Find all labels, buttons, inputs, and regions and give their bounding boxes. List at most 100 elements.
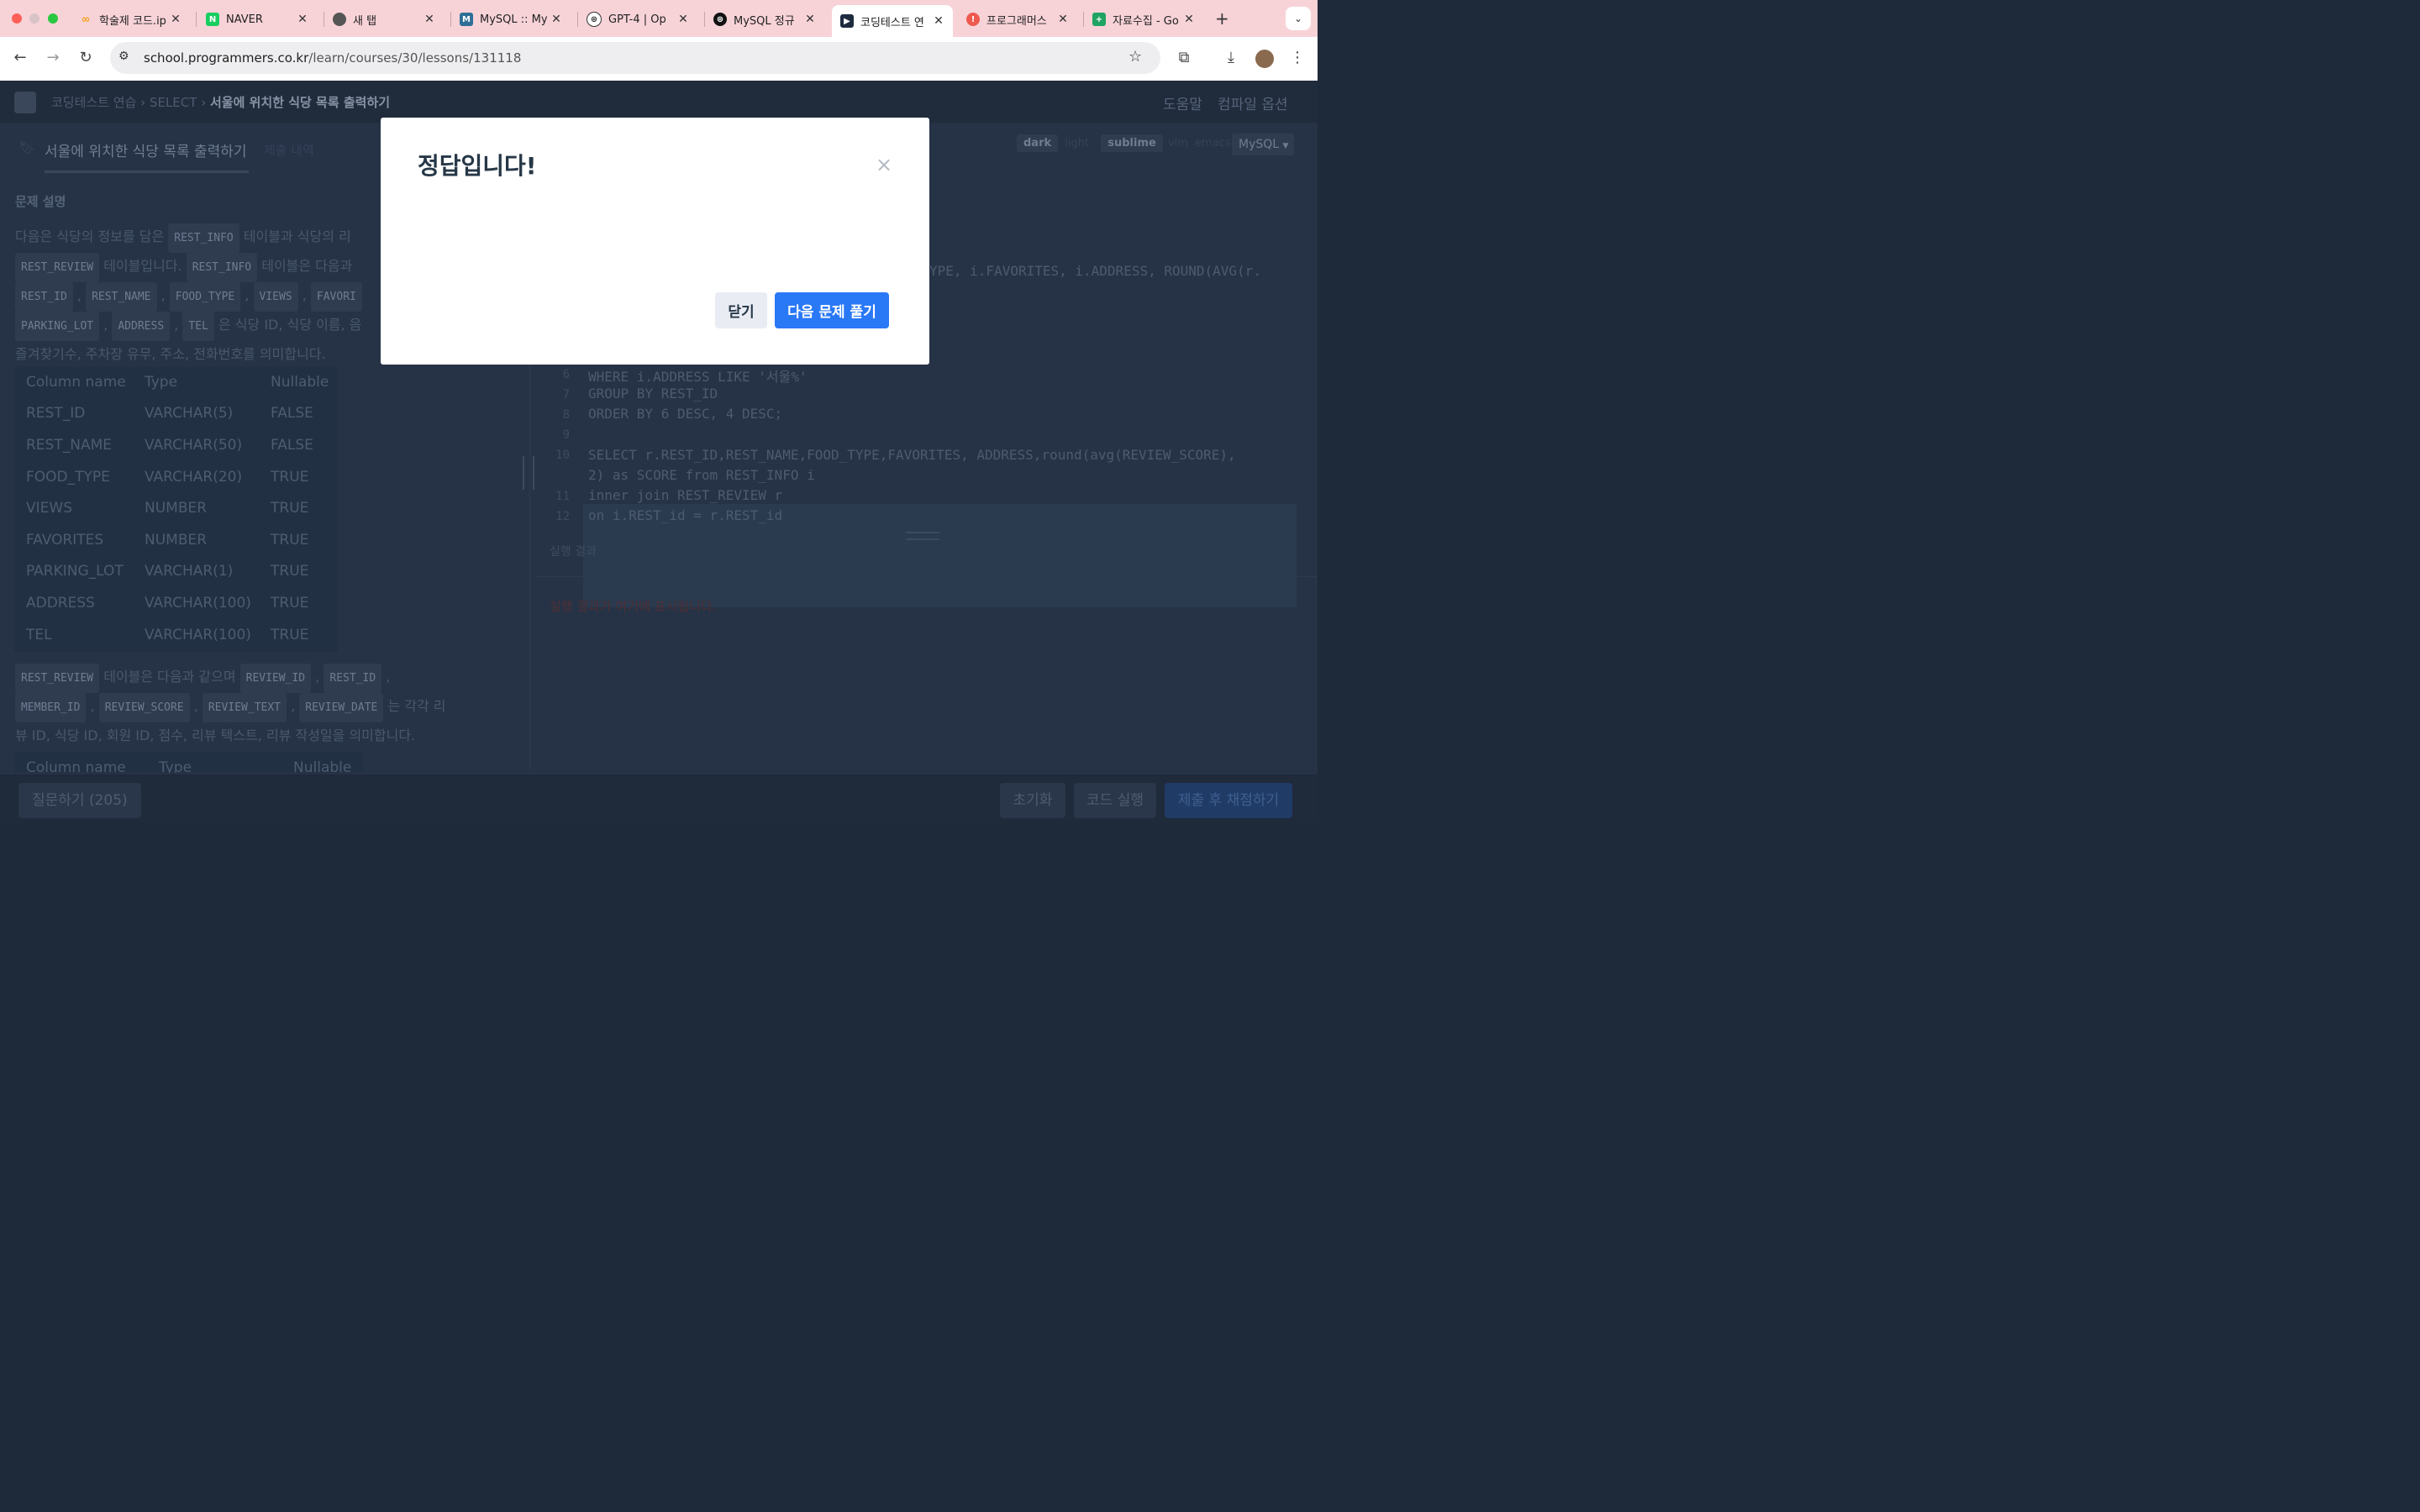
schema-table-rest-review: Column name Type Nullable xyxy=(14,753,363,773)
keymap-sublime-button[interactable]: sublime xyxy=(1101,134,1163,152)
problem-description-2: REST_REVIEW 테이블은 다음과 같으며 REVIEW_ID , RES… xyxy=(15,664,502,748)
code-line: SELECT r.REST_ID,REST_NAME,FOOD_TYPE,FAV… xyxy=(588,447,1236,463)
breadcrumb-item[interactable]: 코딩테스트 연습 xyxy=(51,95,136,110)
close-button[interactable]: 닫기 xyxy=(715,292,767,328)
submit-button[interactable]: 제출 후 채점하기 xyxy=(1165,783,1292,818)
page-footer: 질문하기 (205) 초기화 코드 실행 제출 후 채점하기 xyxy=(0,774,1318,823)
browser-tab[interactable]: + 자료수집 - Go ✕ xyxy=(1084,5,1203,34)
keymap-emacs-button[interactable]: emacs xyxy=(1193,134,1233,152)
forward-icon[interactable]: → xyxy=(43,50,63,66)
table-row: REST_NAME VARCHAR(50) FALSE xyxy=(26,436,313,454)
tab-close-icon[interactable]: ✕ xyxy=(931,14,946,28)
compile-options-link[interactable]: 컴파일 옵션 xyxy=(1218,92,1288,113)
result-output: 실행 결과가 여기에 표시됩니다. xyxy=(550,599,717,614)
theme-light-button[interactable]: light xyxy=(1061,134,1092,152)
browser-tab-active[interactable]: ▶ 코딩테스트 연 ✕ xyxy=(832,5,953,37)
browser-tab[interactable]: M MySQL :: My ✕ xyxy=(451,5,571,34)
horizontal-splitter-handle[interactable] xyxy=(906,532,939,540)
tab-submissions[interactable]: 제출 내역 xyxy=(264,141,314,159)
code-chip: REST_INFO xyxy=(168,223,239,253)
chrome-icon xyxy=(333,13,346,26)
tab-close-icon[interactable]: ✕ xyxy=(549,13,564,26)
reload-icon[interactable]: ↻ xyxy=(76,50,96,66)
address-bar[interactable]: ⚙ school.programmers.co.kr/learn/courses… xyxy=(110,42,1160,74)
tab-close-icon[interactable]: ✕ xyxy=(295,13,310,26)
breadcrumb-current: 서울에 위치한 식당 목록 출력하기 xyxy=(209,95,391,110)
url-path: /learn/courses/30/lessons/131118 xyxy=(308,50,522,66)
browser-toolbar: ← → ↻ ⚙ school.programmers.co.kr/learn/c… xyxy=(0,37,1318,81)
tab-title: MySQL 정규 xyxy=(734,14,795,28)
menu-dots-icon[interactable]: ⋮ xyxy=(1287,50,1307,66)
profile-avatar[interactable] xyxy=(1255,50,1274,68)
table-row: REST_ID VARCHAR(5) FALSE xyxy=(26,405,313,423)
naver-icon: N xyxy=(206,13,219,26)
tab-close-icon[interactable]: ✕ xyxy=(422,13,437,26)
browser-tab[interactable]: N NAVER ✕ xyxy=(197,5,317,34)
ask-question-button[interactable]: 질문하기 (205) xyxy=(18,783,141,818)
tab-problem[interactable]: 서울에 위치한 식당 목록 출력하기 xyxy=(45,139,247,160)
code-line: inner join REST_REVIEW r xyxy=(588,487,783,503)
browser-tab-strip: ∞ 학술제 코드.ip ✕ N NAVER ✕ 새 탭 ✕ M MySQL ::… xyxy=(0,0,1318,37)
programmers-red-icon: ! xyxy=(966,13,980,26)
result-label: 실행 결과 xyxy=(550,545,597,559)
tab-title: NAVER xyxy=(226,13,263,26)
window-maximize-button[interactable] xyxy=(48,13,58,24)
site-info-icon[interactable]: ⚙ xyxy=(118,50,129,63)
table-header-row: Column name Type Nullable xyxy=(26,373,329,391)
theme-dark-button[interactable]: dark xyxy=(1017,134,1059,152)
bookmark-star-icon[interactable]: ☆ xyxy=(1128,48,1142,66)
openai-icon: ⊛ xyxy=(713,13,727,26)
code-chip: REST_INFO xyxy=(186,253,258,282)
tab-search-icon[interactable]: ⌄ xyxy=(1286,7,1311,30)
reset-button[interactable]: 초기화 xyxy=(1000,783,1065,818)
help-link[interactable]: 도움말 xyxy=(1163,92,1202,113)
code-line: 2) as SCORE from REST_INFO i xyxy=(588,467,815,483)
mysql-icon: M xyxy=(460,13,473,26)
active-tab-underline xyxy=(45,171,249,173)
table-row: VIEWS NUMBER TRUE xyxy=(26,500,309,517)
sheets-icon: + xyxy=(1092,13,1106,26)
tab-close-icon[interactable]: ✕ xyxy=(1055,13,1071,26)
tab-close-icon[interactable]: ✕ xyxy=(802,13,818,26)
code-line: YPE, i.FAVORITES, i.ADDRESS, ROUND(AVG(r… xyxy=(929,263,1261,279)
tab-close-icon[interactable]: ✕ xyxy=(1181,13,1197,26)
code-line: on i.REST_id = r.REST_id xyxy=(588,507,783,523)
extensions-icon[interactable]: ⧉ xyxy=(1174,50,1194,66)
tab-title: MySQL :: My xyxy=(480,13,548,26)
tab-title: 자료수집 - Go xyxy=(1113,14,1179,28)
tab-close-icon[interactable]: ✕ xyxy=(676,13,691,26)
bookmark-icon[interactable]: 🔖︎ xyxy=(18,139,35,155)
browser-tab[interactable]: 새 탭 ✕ xyxy=(324,5,444,34)
language-select[interactable]: MySQL ▼ xyxy=(1232,134,1294,155)
breadcrumb-item[interactable]: SELECT xyxy=(150,95,197,110)
schema-table-rest-info: Column name Type Nullable REST_ID VARCHAR(5… xyxy=(14,366,338,652)
table-row: PARKING_LOT VARCHAR(1) TRUE xyxy=(26,563,309,580)
run-code-button[interactable]: 코드 실행 xyxy=(1074,783,1156,818)
close-icon[interactable]: × xyxy=(876,153,892,176)
next-problem-button[interactable]: 다음 문제 풀기 xyxy=(775,292,889,328)
browser-tab[interactable]: ! 프로그래머스 ✕ xyxy=(958,5,1077,34)
window-close-button[interactable] xyxy=(12,13,22,24)
editor-theme-options: dark light sublime vim emacs xyxy=(1017,134,1233,152)
modal-title: 정답입니다! xyxy=(418,152,537,180)
download-icon[interactable]: ⤓ xyxy=(1221,50,1241,66)
programmers-logo-icon[interactable] xyxy=(14,92,36,113)
section-title: 문제 설명 xyxy=(15,194,66,209)
code-line: WHERE i.ADDRESS LIKE '서울%' xyxy=(588,369,808,385)
window-minimize-button[interactable] xyxy=(29,13,39,24)
table-row: FAVORITES NUMBER TRUE xyxy=(26,531,309,549)
code-chip: REST_REVIEW xyxy=(15,253,100,282)
tab-title: 코딩테스트 연 xyxy=(860,16,924,29)
back-icon[interactable]: ← xyxy=(10,50,30,66)
colab-icon: ∞ xyxy=(81,13,91,26)
browser-tab[interactable]: ⊛ MySQL 정규 ✕ xyxy=(705,5,824,34)
tab-close-icon[interactable]: ✕ xyxy=(168,13,183,26)
result-modal: 정답입니다! × 닫기 다음 문제 풀기 xyxy=(381,118,929,365)
new-tab-icon[interactable]: + xyxy=(1215,8,1229,29)
browser-tab[interactable]: ∞ 학술제 코드.ip ✕ xyxy=(71,5,190,34)
table-row: FOOD_TYPE VARCHAR(20) TRUE xyxy=(26,468,309,486)
browser-tab[interactable]: ⊛ GPT-4 | Op ✕ xyxy=(578,5,697,34)
code-line: ORDER BY 6 DESC, 4 DESC; xyxy=(588,406,783,422)
vertical-splitter-handle[interactable] xyxy=(523,456,534,490)
keymap-vim-button[interactable]: vim xyxy=(1166,134,1190,152)
